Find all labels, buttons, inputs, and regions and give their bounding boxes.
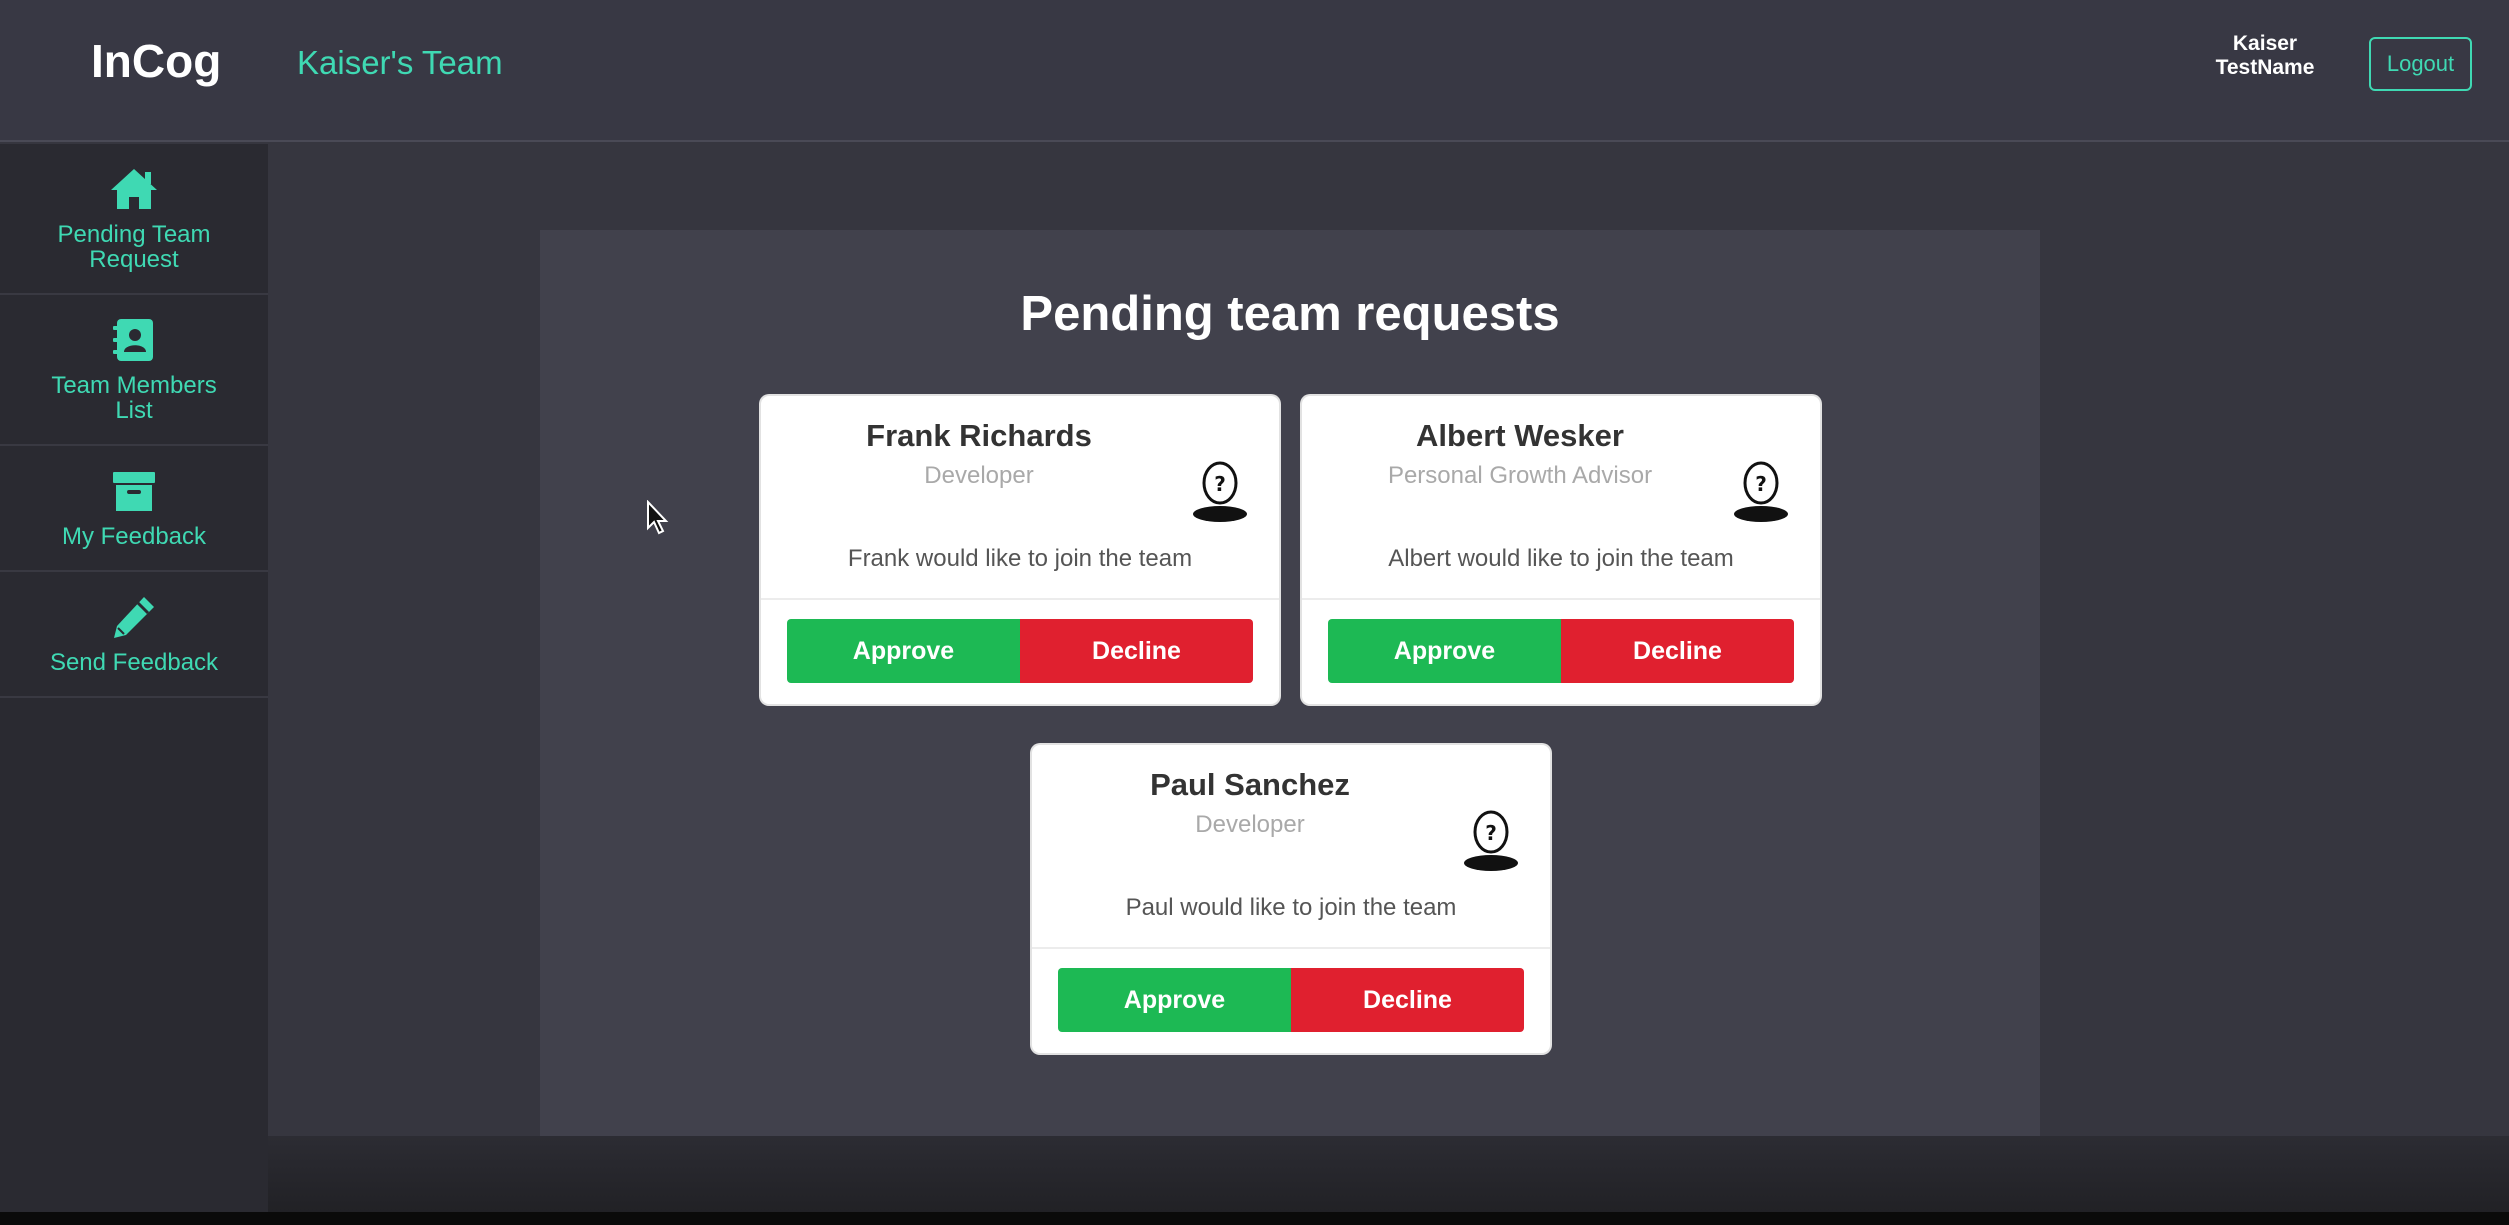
app-logo[interactable]: InCog [91,34,221,88]
card-divider [1302,598,1820,600]
approve-button[interactable]: Approve [1328,619,1561,683]
svg-text:?: ? [1214,472,1226,496]
request-card: Paul Sanchez Developer ? Paul would like… [1032,745,1550,1053]
footer [268,1136,2509,1220]
pencil-icon [114,597,154,638]
decline-button[interactable]: Decline [1561,619,1794,683]
user-first-name: Kaiser [2232,32,2298,55]
sidebar-item-label: My Feedback [61,523,207,550]
sidebar-item-label: Send Feedback [49,649,219,676]
bottom-bar [0,1212,2509,1225]
top-navbar: InCog Kaiser's Team Kaiser TestName Logo… [0,0,2509,142]
requester-role: Developer [924,462,1034,489]
card-divider [761,598,1279,600]
request-message: Albert would like to join the team [1388,545,1734,572]
unknown-user-avatar-icon: ? [1734,461,1788,522]
sidebar-item-my-feedback[interactable]: My Feedback [0,446,268,572]
approve-button[interactable]: Approve [1058,968,1291,1032]
unknown-user-avatar-icon: ? [1193,461,1247,522]
sidebar-item-label: Pending Team Request [57,221,211,273]
decline-button[interactable]: Decline [1020,619,1253,683]
requester-role: Developer [1195,811,1305,838]
team-name-link[interactable]: Kaiser's Team [297,44,503,82]
requester-name: Albert Wesker [1416,418,1624,453]
page-title: Pending team requests [1020,287,1560,341]
sidebar: Pending Team Request Team Members List M… [0,144,268,1220]
requester-role: Personal Growth Advisor [1387,462,1653,489]
user-last-name: TestName [2215,56,2315,79]
svg-text:?: ? [1485,821,1497,845]
user-name: Kaiser TestName [2180,32,2350,80]
mouse-cursor-icon [647,500,669,535]
sidebar-item-label: Team Members List [51,372,217,424]
archive-box-icon [113,472,155,511]
pending-requests-panel: Pending team requests Frank Richards Dev… [540,230,2040,1136]
card-divider [1032,947,1550,949]
logout-button[interactable]: Logout [2369,37,2472,91]
approve-button[interactable]: Approve [787,619,1020,683]
requester-name: Frank Richards [866,418,1092,453]
decline-button[interactable]: Decline [1291,968,1524,1032]
unknown-user-avatar-icon: ? [1464,810,1518,871]
sidebar-item-pending-team-request[interactable]: Pending Team Request [0,144,268,295]
svg-text:?: ? [1755,472,1767,496]
request-card: Frank Richards Developer ? Frank would l… [761,396,1279,704]
home-icon [111,169,157,209]
requester-name: Paul Sanchez [1150,767,1350,802]
sidebar-item-send-feedback[interactable]: Send Feedback [0,572,268,698]
request-card: Albert Wesker Personal Growth Advisor ? … [1302,396,1820,704]
request-message: Frank would like to join the team [847,545,1193,572]
request-message: Paul would like to join the team [1125,894,1457,921]
sidebar-item-team-members-list[interactable]: Team Members List [0,295,268,446]
contact-book-icon [113,319,153,361]
